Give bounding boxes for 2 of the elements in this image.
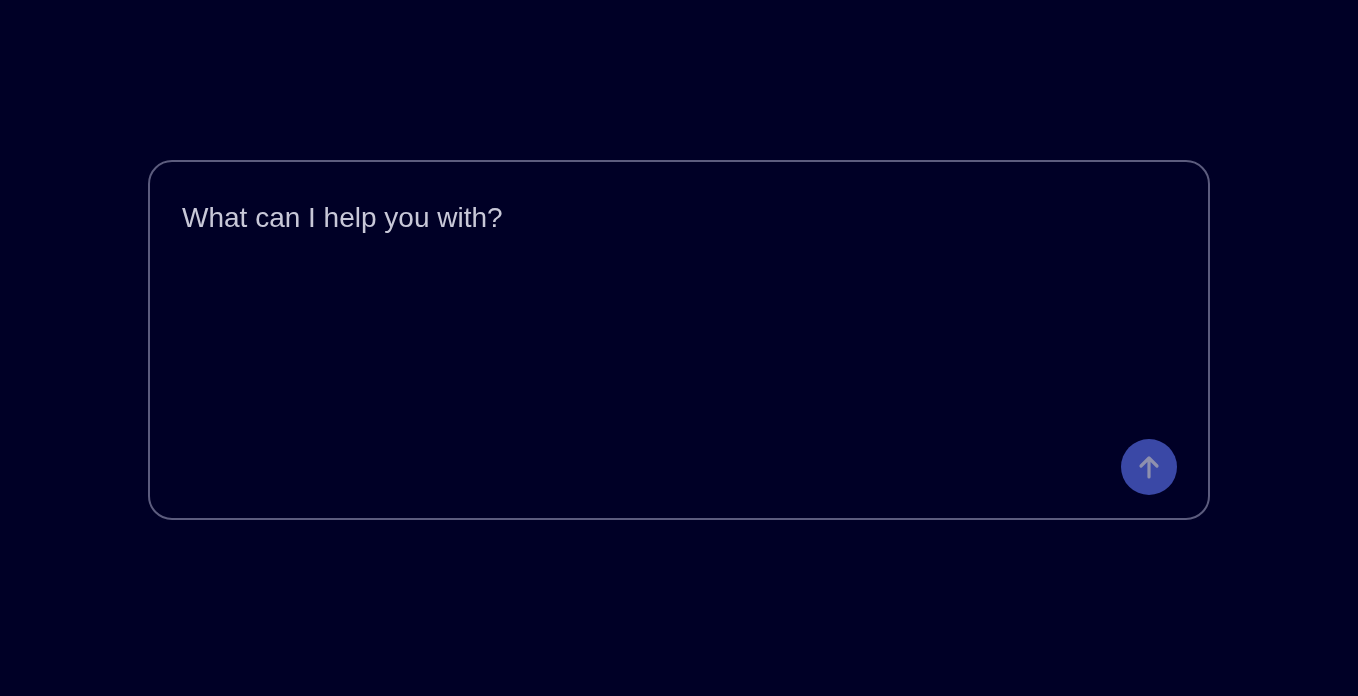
arrow-up-icon (1138, 455, 1160, 479)
prompt-field[interactable]: What can I help you with? (148, 160, 1210, 520)
